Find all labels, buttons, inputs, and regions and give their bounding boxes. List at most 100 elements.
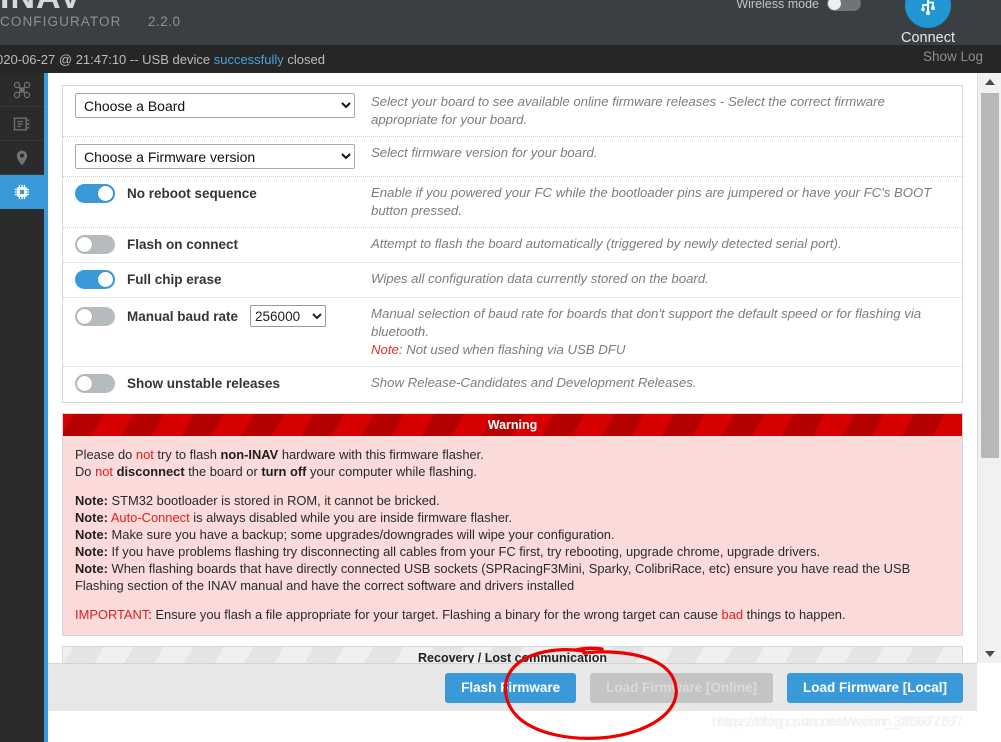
flash-on-connect-toggle[interactable] — [75, 235, 115, 254]
logo-subtitle: CONFIGURATOR — [0, 14, 122, 29]
option-control: Show unstable releases — [63, 367, 363, 400]
connect-button[interactable]: Connect — [883, 0, 973, 46]
t: things to happen. — [743, 607, 846, 622]
sidebar-item-setup[interactable] — [0, 73, 44, 107]
t: your computer while flashing. — [306, 464, 477, 479]
note-text: Not used when flashing via USB DFU — [402, 342, 626, 357]
show-log-button[interactable]: Show Log — [923, 49, 983, 64]
toggle-knob — [77, 308, 92, 324]
warning-body: Please do not try to flash non-INAV hard… — [63, 436, 962, 635]
app-header: INAV CONFIGURATOR 2.2.0 Wireless mode — [0, 0, 1001, 46]
log-suffix: closed — [283, 51, 325, 67]
option-description: Select firmware version for your board. — [371, 145, 598, 160]
option-row-no-reboot-sequence: No reboot sequence Enable if you powered… — [63, 177, 962, 228]
app-logo: INAV CONFIGURATOR 2.2.0 — [0, 0, 180, 29]
t: Note: — [75, 544, 108, 559]
toggle-knob — [77, 376, 92, 391]
log-highlight: successfully — [213, 51, 284, 67]
option-label: Flash on connect — [127, 237, 239, 252]
warning-note: Note: If you have problems flashing try … — [75, 543, 950, 560]
t: is always disabled while you are inside … — [189, 510, 513, 525]
t: IMPORTANT — [75, 607, 149, 622]
usb-icon — [905, 0, 951, 28]
toggle-knob — [828, 0, 841, 10]
toggle-knob — [98, 272, 113, 287]
main-content: Choose a Board Select your board to see … — [48, 73, 977, 663]
firmware-flasher-window: INAV CONFIGURATOR 2.2.0 Wireless mode — [0, 0, 1001, 742]
board-select[interactable]: Choose a Board — [75, 93, 355, 118]
t: not — [135, 447, 154, 462]
warning-note: Note: STM32 bootloader is stored in ROM,… — [75, 492, 950, 509]
warning-note: Note: When flashing boards that have dir… — [75, 560, 950, 594]
option-description: Wipes all configuration data currently s… — [371, 271, 709, 286]
t: non-INAV — [220, 447, 279, 462]
footer-filler — [48, 711, 977, 742]
option-label: Full chip erase — [127, 272, 222, 287]
option-description: Show Release-Candidates and Development … — [371, 375, 697, 390]
load-firmware-local-button[interactable]: Load Firmware [Local] — [786, 672, 963, 703]
log-line: 020-06-27 @ 21:47:10 -- USB device succe… — [0, 52, 325, 67]
connect-label: Connect — [900, 30, 955, 46]
drone-icon — [13, 81, 31, 98]
t: If you have problems flashing try discon… — [107, 544, 821, 559]
load-firmware-online-button: Load Firmware [Online] — [590, 672, 773, 703]
warning-note: Note: Auto-Connect is always disabled wh… — [75, 509, 950, 526]
option-row-firmware-version: Choose a Firmware version Select firmwar… — [63, 137, 962, 177]
sidebar-item-firmware-flasher[interactable] — [0, 175, 44, 209]
option-row-manual-baud-rate: Manual baud rate 256000 Manual selection… — [63, 298, 962, 367]
wireless-mode-control[interactable]: Wireless mode — [736, 0, 861, 11]
option-row-board: Choose a Board Select your board to see … — [63, 86, 962, 137]
option-control: No reboot sequence — [63, 177, 363, 210]
option-control: Manual baud rate 256000 — [63, 298, 363, 334]
option-description: Select your board to see available onlin… — [371, 94, 885, 127]
footer-action-bar: Flash Firmware Load Firmware [Online] Lo… — [48, 663, 977, 711]
option-control: Choose a Firmware version — [63, 137, 363, 176]
list-icon — [13, 117, 30, 130]
t: not — [95, 464, 113, 479]
t: Do — [75, 464, 96, 479]
option-control: Flash on connect — [63, 228, 363, 261]
flash-firmware-button[interactable]: Flash Firmware — [445, 672, 577, 703]
manual-baud-rate-toggle[interactable] — [75, 306, 115, 326]
option-description: Attempt to flash the board automatically… — [371, 236, 842, 251]
content-scrollbar[interactable] — [977, 73, 1001, 663]
t: turn off — [261, 464, 307, 479]
t: Note: — [75, 527, 108, 542]
sidebar-item-calibration[interactable] — [0, 107, 44, 141]
t: STM32 bootloader is stored in ROM, it ca… — [107, 493, 440, 508]
t: the board or — [184, 464, 262, 479]
no-reboot-sequence-toggle[interactable] — [75, 184, 115, 203]
firmware-version-select[interactable]: Choose a Firmware version — [75, 144, 355, 169]
warning-line-1: Please do not try to flash non-INAV hard… — [75, 446, 950, 463]
baud-rate-select[interactable]: 256000 — [250, 305, 327, 327]
wireless-mode-toggle[interactable] — [827, 0, 861, 11]
t: hardware with this firmware flasher. — [278, 447, 484, 462]
full-chip-erase-toggle[interactable] — [75, 270, 115, 289]
warning-panel: Warning Please do not try to flash non-I… — [62, 413, 963, 636]
option-label: No reboot sequence — [127, 186, 257, 201]
app-version: 2.2.0 — [148, 14, 181, 29]
recovery-panel: Recovery / Lost communication If you hav… — [62, 646, 963, 663]
t: Note: — [75, 561, 108, 576]
warning-important: IMPORTANT: Ensure you flash a file appro… — [75, 606, 950, 623]
sidebar — [0, 73, 44, 742]
description-text: Manual selection of baud rate for boards… — [371, 306, 922, 339]
scroll-down-arrow-icon[interactable] — [978, 645, 1001, 663]
chip-icon — [14, 184, 30, 199]
t: : Ensure you flash a file appropriate fo… — [148, 607, 722, 622]
sidebar-item-gps[interactable] — [0, 141, 44, 175]
note-label: Note: — [371, 342, 403, 357]
status-bar: 020-06-27 @ 21:47:10 -- USB device succe… — [0, 45, 1001, 73]
warning-title: Warning — [63, 414, 962, 436]
scrollbar-thumb[interactable] — [981, 93, 999, 458]
option-label: Show unstable releases — [127, 376, 281, 391]
log-prefix: 020-06-27 @ 21:47:10 -- USB device — [0, 51, 214, 67]
map-pin-icon — [16, 150, 28, 165]
show-unstable-releases-toggle[interactable] — [75, 374, 115, 393]
scroll-up-arrow-icon[interactable] — [978, 73, 1001, 91]
option-row-show-unstable-releases: Show unstable releases Show Release-Cand… — [63, 367, 962, 402]
option-description: Manual selection of baud rate for boards… — [363, 298, 962, 366]
warning-note: Note: Make sure you have a backup; some … — [75, 526, 950, 543]
